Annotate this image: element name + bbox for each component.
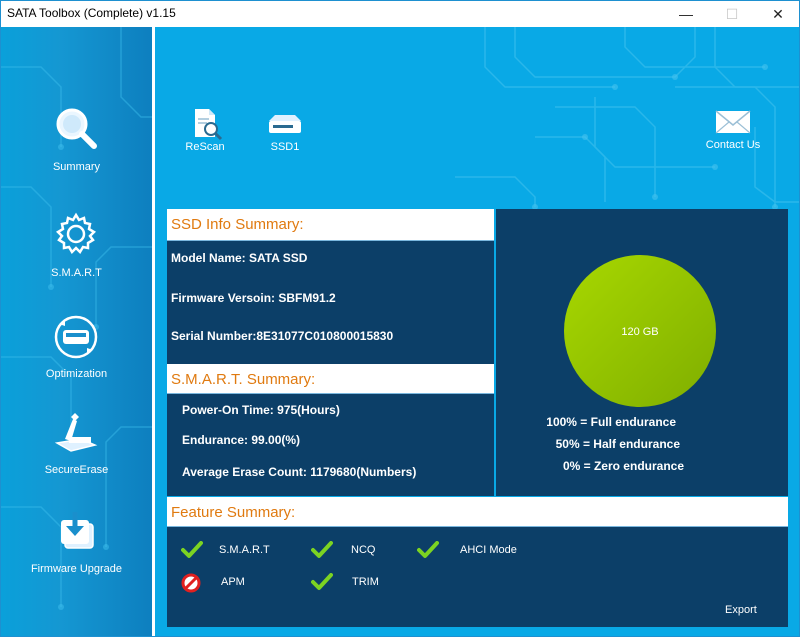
check-icon bbox=[417, 541, 439, 558]
app-window: SATA Toolbox (Complete) v1.15 — ☐ ✕ Summ… bbox=[0, 0, 800, 637]
check-icon bbox=[311, 541, 333, 558]
envelope-icon bbox=[715, 110, 751, 134]
rescan-label: ReScan bbox=[185, 141, 225, 153]
window-title: SATA Toolbox (Complete) v1.15 bbox=[7, 6, 176, 20]
eraser-icon bbox=[54, 413, 98, 452]
disk-optimize-icon bbox=[54, 315, 98, 359]
contact-us-button[interactable]: Contact Us bbox=[697, 105, 769, 151]
legend-zero: 0% = Zero endurance bbox=[562, 459, 684, 473]
title-bar: SATA Toolbox (Complete) v1.15 — ☐ ✕ bbox=[1, 1, 799, 27]
check-icon bbox=[311, 573, 333, 590]
sidebar-item-firmware-upgrade[interactable]: Firmware Upgrade bbox=[1, 508, 152, 598]
endurance-text: Endurance: 99.00(%) bbox=[182, 433, 301, 447]
export-button[interactable]: Export bbox=[725, 604, 757, 616]
sidebar-item-optimization[interactable]: Optimization bbox=[1, 312, 152, 402]
maximize-button[interactable]: ☐ bbox=[709, 1, 755, 27]
contact-us-label: Contact Us bbox=[705, 139, 761, 151]
legend-full: 100% = Full endurance bbox=[546, 415, 676, 429]
feature-ncq-label: NCQ bbox=[351, 544, 376, 556]
download-icon bbox=[61, 512, 94, 549]
sidebar-item-label: S.M.A.R.T bbox=[51, 267, 102, 279]
sidebar-item-label: Optimization bbox=[45, 368, 108, 380]
sidebar-item-label: Summary bbox=[52, 161, 101, 173]
feature-smart-label: S.M.A.R.T bbox=[219, 544, 270, 556]
model-name-text: Model Name: SATA SSD bbox=[171, 251, 308, 265]
drive-icon bbox=[269, 115, 301, 133]
ssd1-label: SSD1 bbox=[270, 141, 300, 153]
capacity-label: 120 GB bbox=[621, 326, 658, 338]
feature-ahci-label: AHCI Mode bbox=[460, 544, 517, 556]
forbidden-icon bbox=[181, 573, 201, 593]
feature-apm-label: APM bbox=[221, 576, 245, 588]
sidebar: Summary S.M.A.R.T Optimization SecureEra… bbox=[1, 27, 152, 636]
sidebar-item-secure-erase[interactable]: SecureErase bbox=[1, 409, 152, 499]
main-area: ReScan SSD1 Contact Us SSD Info Summary:… bbox=[155, 27, 799, 636]
sidebar-item-summary[interactable]: Summary bbox=[1, 103, 152, 193]
endurance-pie: 120 GB bbox=[564, 255, 716, 407]
feature-trim-label: TRIM bbox=[352, 576, 379, 588]
power-on-time-text: Power-On Time: 975(Hours) bbox=[182, 403, 340, 417]
erase-count-text: Average Erase Count: 1179680(Numbers) bbox=[182, 465, 417, 479]
sidebar-item-smart[interactable]: S.M.A.R.T bbox=[1, 209, 152, 299]
gear-icon bbox=[55, 212, 97, 255]
magnifier-icon bbox=[56, 108, 97, 149]
legend-half: 50% = Half endurance bbox=[555, 437, 680, 451]
ssd1-button[interactable]: SSD1 bbox=[259, 107, 311, 153]
serial-number-text: Serial Number:8E31077C010800015830 bbox=[171, 329, 394, 343]
firmware-text: Firmware Versoin: SBFM91.2 bbox=[171, 291, 336, 305]
rescan-button[interactable]: ReScan bbox=[179, 107, 231, 153]
ssd-info-heading: SSD Info Summary: bbox=[167, 209, 494, 241]
smart-heading: S.M.A.R.T. Summary: bbox=[167, 364, 494, 394]
feature-heading: Feature Summary: bbox=[167, 497, 788, 527]
close-button[interactable]: ✕ bbox=[755, 1, 800, 27]
check-icon bbox=[181, 541, 203, 558]
minimize-button[interactable]: — bbox=[663, 1, 709, 27]
rescan-icon bbox=[195, 109, 223, 141]
sidebar-item-label: Firmware Upgrade bbox=[30, 563, 123, 575]
sidebar-item-label: SecureErase bbox=[44, 464, 109, 476]
